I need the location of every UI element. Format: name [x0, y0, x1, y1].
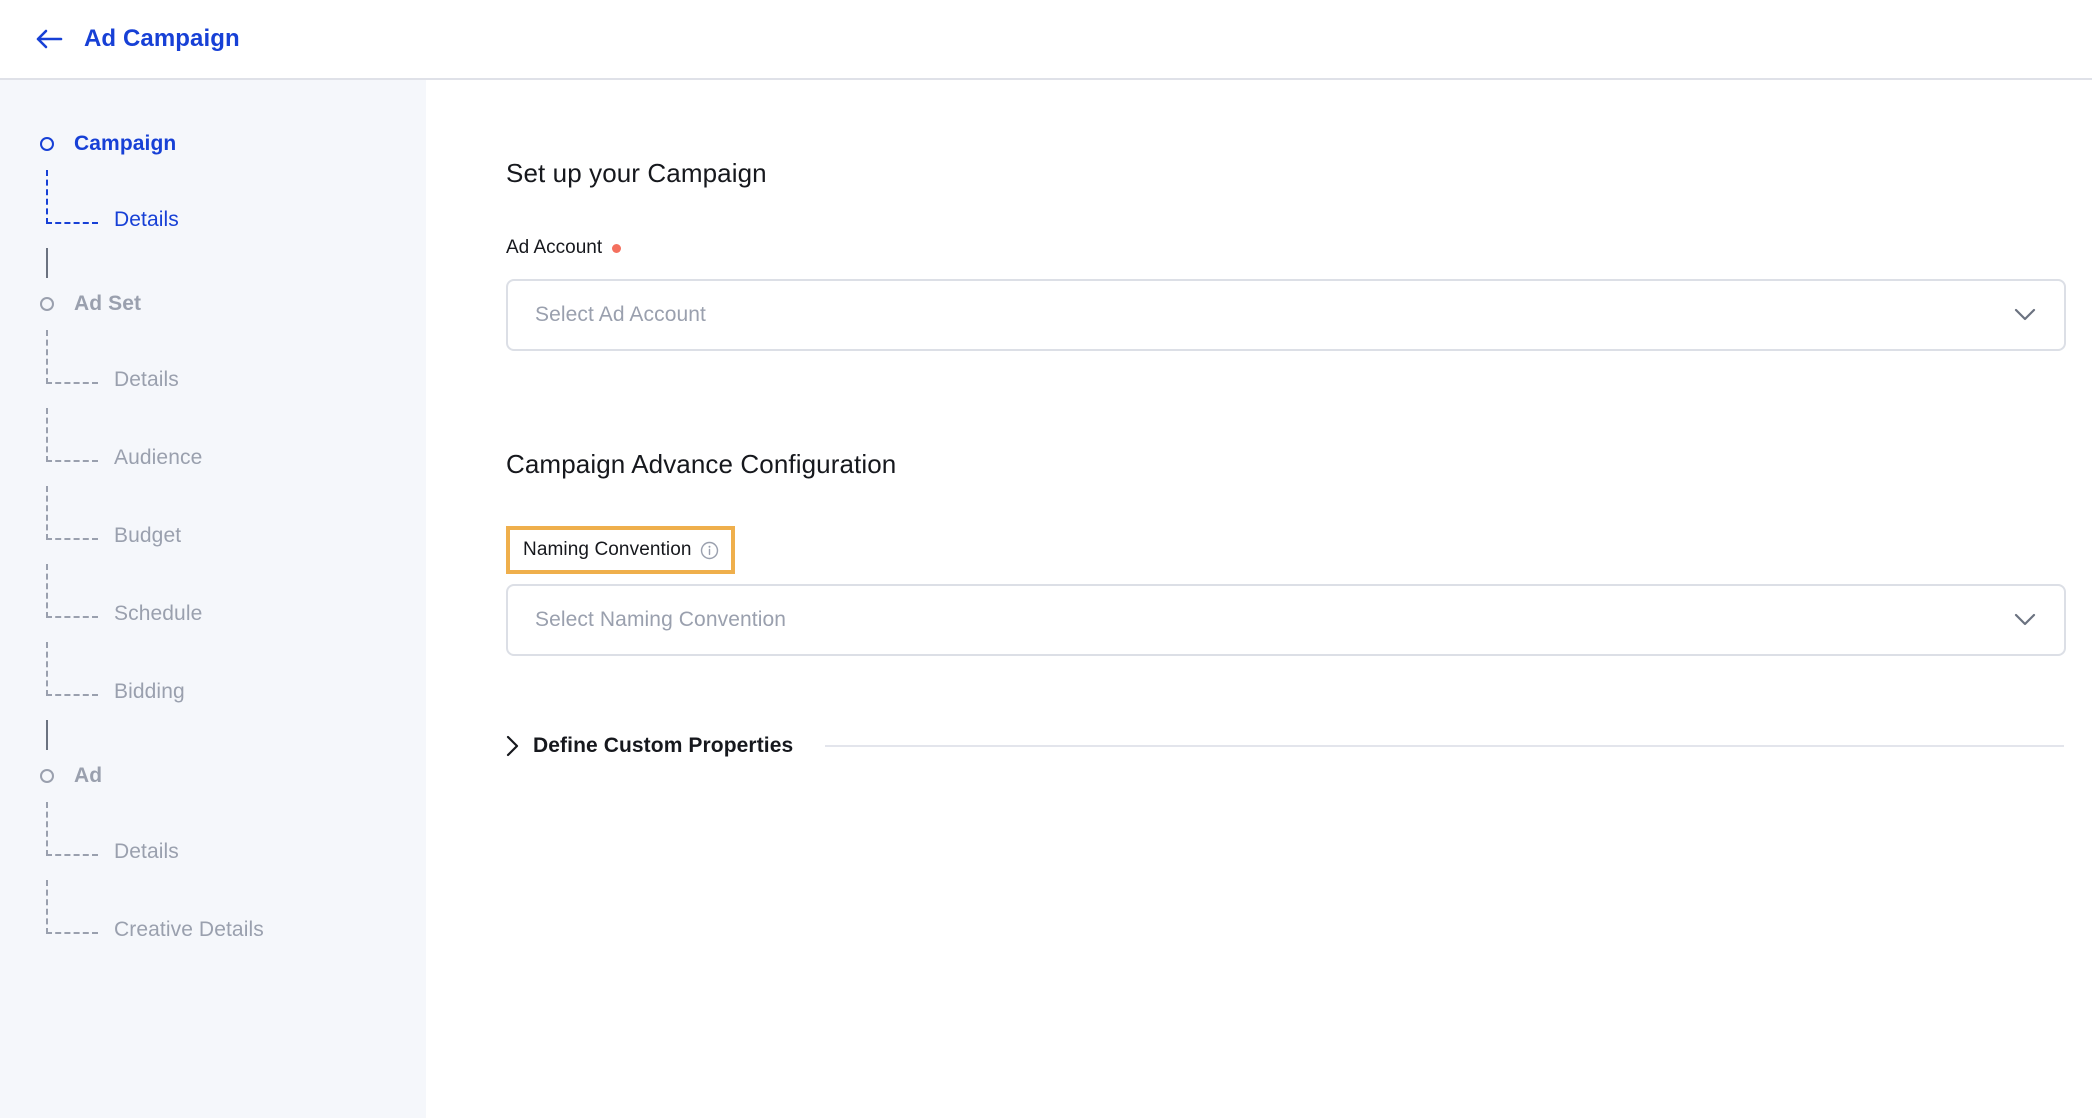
naming-convention-label-highlight: Naming Convention [506, 526, 735, 574]
sidebar-child-label: Audience [114, 446, 203, 469]
advance-section-title: Campaign Advance Configuration [506, 449, 897, 479]
sidebar-item-label: Ad [74, 764, 103, 787]
sidebar-item-ad-details[interactable]: Details [36, 798, 426, 876]
page-body: Campaign Details Ad Set Details Audience… [0, 80, 2092, 1118]
sidebar-item-ad-set-bidding[interactable]: Bidding [36, 638, 426, 716]
wizard-step-tree: Campaign Details Ad Set Details Audience… [0, 122, 426, 954]
sidebar-item-ad-set-audience[interactable]: Audience [36, 404, 426, 482]
naming-convention-field: Naming Convention Select Naming Conventi… [506, 480, 2092, 656]
naming-convention-placeholder: Select Naming Convention [535, 608, 787, 631]
sidebar-item-label: Campaign [74, 132, 177, 155]
circle-outline-icon [40, 297, 54, 311]
sidebar-group-ad-set: Ad Set Details Audience Budget Schedule [36, 282, 426, 716]
sidebar-item-ad-creative-details[interactable]: Creative Details [36, 876, 426, 954]
sidebar-child-label: Schedule [114, 602, 203, 625]
sidebar-item-ad-set-budget[interactable]: Budget [36, 482, 426, 560]
sidebar-child-label: Details [114, 208, 179, 231]
sidebar-child-label: Budget [114, 524, 182, 547]
chevron-down-icon[interactable] [2014, 308, 2036, 322]
app-header: Ad Campaign [0, 0, 2092, 80]
main-content: Set up your Campaign Ad Account Select A… [426, 80, 2092, 1118]
ad-account-field: Ad Account Select Ad Account [506, 237, 2092, 351]
chevron-right-icon[interactable] [506, 735, 519, 757]
sidebar-item-campaign[interactable]: Campaign [36, 122, 426, 166]
chevron-down-icon[interactable] [2014, 613, 2036, 627]
page-title[interactable]: Ad Campaign [84, 25, 240, 53]
tree-connector [36, 716, 426, 754]
circle-outline-icon [40, 769, 54, 783]
tree-connector [36, 244, 426, 282]
naming-convention-label: Naming Convention [523, 539, 692, 560]
sidebar-children-ad: Details Creative Details [36, 798, 426, 954]
define-custom-properties-toggle[interactable]: Define Custom Properties [506, 734, 2092, 758]
sidebar-group-campaign: Campaign Details [36, 122, 426, 244]
sidebar-item-label: Ad Set [74, 292, 142, 315]
sidebar-child-label: Bidding [114, 680, 185, 703]
arrow-left-icon[interactable] [34, 24, 64, 54]
sidebar-child-label: Details [114, 840, 179, 863]
sidebar-item-ad-set-details[interactable]: Details [36, 326, 426, 404]
sidebar-children-campaign: Details [36, 166, 426, 244]
sidebar-item-ad-set-schedule[interactable]: Schedule [36, 560, 426, 638]
ad-account-placeholder: Select Ad Account [535, 303, 706, 326]
circle-outline-icon [40, 137, 54, 151]
sidebar-children-ad-set: Details Audience Budget Schedule Bidding [36, 326, 426, 716]
wizard-sidebar: Campaign Details Ad Set Details Audience… [0, 80, 426, 1118]
naming-convention-select[interactable]: Select Naming Convention [506, 584, 2066, 656]
ad-account-label: Ad Account [506, 237, 603, 258]
define-custom-properties-label: Define Custom Properties [533, 734, 794, 757]
sidebar-item-ad-set[interactable]: Ad Set [36, 282, 426, 326]
setup-section-title: Set up your Campaign [506, 158, 767, 188]
section-divider [825, 745, 2064, 747]
sidebar-item-campaign-details[interactable]: Details [36, 166, 426, 244]
sidebar-group-ad: Ad Details Creative Details [36, 754, 426, 954]
required-indicator-icon [612, 243, 622, 253]
ad-account-select[interactable]: Select Ad Account [506, 279, 2066, 351]
sidebar-item-ad[interactable]: Ad [36, 754, 426, 798]
info-circle-icon[interactable] [700, 541, 719, 560]
sidebar-child-label: Creative Details [114, 918, 264, 941]
ad-account-label-row: Ad Account [506, 237, 2092, 259]
sidebar-child-label: Details [114, 368, 179, 391]
